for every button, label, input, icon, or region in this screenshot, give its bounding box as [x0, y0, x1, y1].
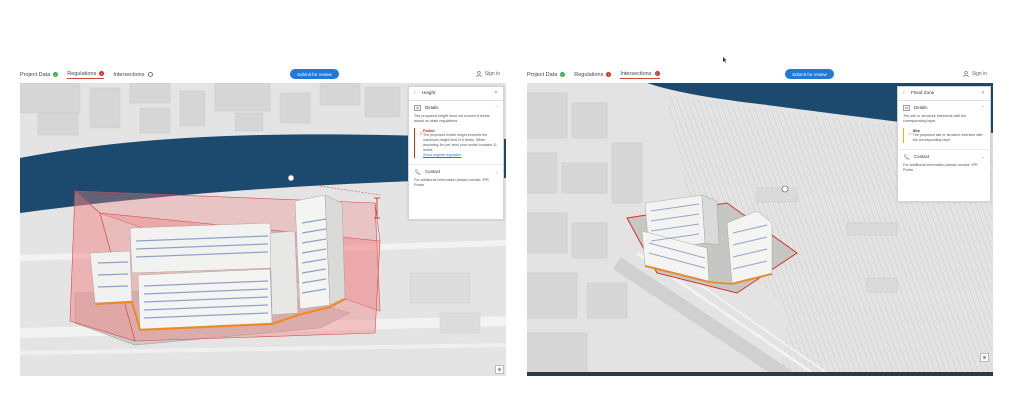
chevron-up-icon: ⌃: [494, 105, 498, 111]
tab-label: Project Data: [527, 71, 558, 78]
info-icon: [147, 72, 153, 77]
right-app-window: Project Data ✓ Regulations ! Intersectio…: [527, 66, 993, 376]
chevron-up-icon: ⌃: [981, 105, 985, 111]
sign-in-button[interactable]: Sign in: [476, 69, 500, 79]
tab-label: Regulations: [574, 71, 604, 78]
status-body: The proposed model height exceeds the ma…: [423, 133, 497, 152]
panel-title: Flood Zone: [911, 90, 935, 96]
sign-in-button[interactable]: Sign in: [963, 69, 987, 79]
top-navigation: Project Data ✓ Regulations ! Intersectio…: [527, 66, 993, 83]
submit-for-review-button[interactable]: Submit for review: [785, 69, 834, 79]
contact-section: Contact ⌄ For additional information ple…: [898, 150, 990, 181]
details-label: Details: [914, 105, 928, 111]
north-arrow-icon[interactable]: ⊕: [980, 353, 989, 362]
contact-header[interactable]: Contact ⌄: [903, 154, 985, 160]
check-icon: ✓: [53, 72, 59, 77]
contact-label: Contact: [425, 168, 441, 174]
left-app-window: Project Data ✓ Regulations ! Intersectio…: [20, 66, 506, 376]
contact-section: Contact ⌄ For additional information ple…: [409, 165, 503, 196]
error-icon: !: [99, 71, 105, 76]
details-header[interactable]: Details ⌃: [903, 105, 985, 111]
person-icon: [476, 71, 482, 77]
tab-intersections[interactable]: Intersections !: [620, 70, 660, 79]
map-viewport[interactable]: ‹ Flood Zone ✕ Details ⌃ The site or str…: [527, 83, 993, 376]
contact-text: For additional information please contac…: [903, 163, 978, 173]
error-icon: !: [606, 72, 612, 77]
phone-icon: [904, 154, 910, 160]
tab-project-data[interactable]: Project Data ✓: [20, 71, 59, 78]
submit-label: Submit for review: [792, 71, 827, 77]
map-attribution-bar: [527, 372, 993, 376]
contact-text: For additional information please contac…: [414, 177, 489, 187]
phone-icon: [415, 169, 421, 175]
back-icon[interactable]: ‹: [903, 90, 911, 96]
chevron-down-icon: ⌄: [981, 154, 985, 160]
chevron-down-icon: ⌄: [494, 168, 498, 174]
site-status: ⚠ Site The proposed site or structure in…: [903, 127, 985, 144]
mouse-cursor-icon: [723, 57, 727, 63]
check-icon: ✓: [560, 72, 566, 77]
tab-label: Project Data: [20, 71, 51, 78]
contact-header[interactable]: Contact ⌄: [414, 169, 498, 175]
sign-in-label: Sign in: [484, 71, 500, 77]
details-icon: [903, 105, 910, 111]
tab-regulations[interactable]: Regulations !: [67, 70, 105, 79]
tab-project-data[interactable]: Project Data ✓: [527, 71, 566, 78]
north-arrow-icon[interactable]: ⊕: [495, 365, 504, 374]
details-section: Details ⌃ The site or structure intersec…: [898, 101, 990, 151]
status-body: The proposed site or structure intersect…: [912, 133, 983, 143]
tab-regulations[interactable]: Regulations !: [574, 71, 612, 78]
regulation-panel: ‹ Height ✕ Details ⌃ The proposed height…: [408, 86, 504, 220]
top-navigation: Project Data ✓ Regulations ! Intersectio…: [20, 66, 506, 83]
panel-header: ‹ Height ✕: [409, 87, 503, 101]
map-viewport[interactable]: ‹ Height ✕ Details ⌃ The proposed height…: [20, 83, 506, 376]
intersection-panel: ‹ Flood Zone ✕ Details ⌃ The site or str…: [897, 86, 991, 202]
intersection-description: The site or structure intersects with th…: [903, 114, 967, 123]
tab-label: Intersections: [620, 70, 652, 77]
person-icon: [963, 71, 969, 77]
tab-label: Intersections: [113, 71, 145, 78]
tab-label: Regulations: [67, 70, 97, 77]
submit-for-review-button[interactable]: Submit for review: [290, 69, 339, 79]
back-icon[interactable]: ‹: [414, 90, 422, 96]
details-header[interactable]: Details ⌃: [414, 105, 498, 111]
error-icon: !: [654, 71, 660, 76]
panel-header: ‹ Flood Zone ✕: [898, 87, 990, 101]
failed-status: ⚠ Failed The proposed model height excee…: [414, 127, 498, 158]
regulation-description: The proposed height must not exceed 8 le…: [414, 114, 490, 123]
details-icon: [414, 105, 421, 111]
details-section: Details ⌃ The proposed height must not e…: [409, 101, 503, 165]
close-icon[interactable]: ✕: [981, 90, 985, 96]
sign-in-label: Sign in: [971, 71, 987, 77]
contact-label: Contact: [914, 154, 930, 160]
close-icon[interactable]: ✕: [494, 90, 498, 96]
details-label: Details: [425, 105, 439, 111]
tab-intersections[interactable]: Intersections: [113, 71, 153, 78]
submit-label: Submit for review: [297, 71, 332, 77]
panel-title: Height: [422, 90, 436, 96]
show-regulation-link[interactable]: Show original regulation: [423, 153, 498, 158]
